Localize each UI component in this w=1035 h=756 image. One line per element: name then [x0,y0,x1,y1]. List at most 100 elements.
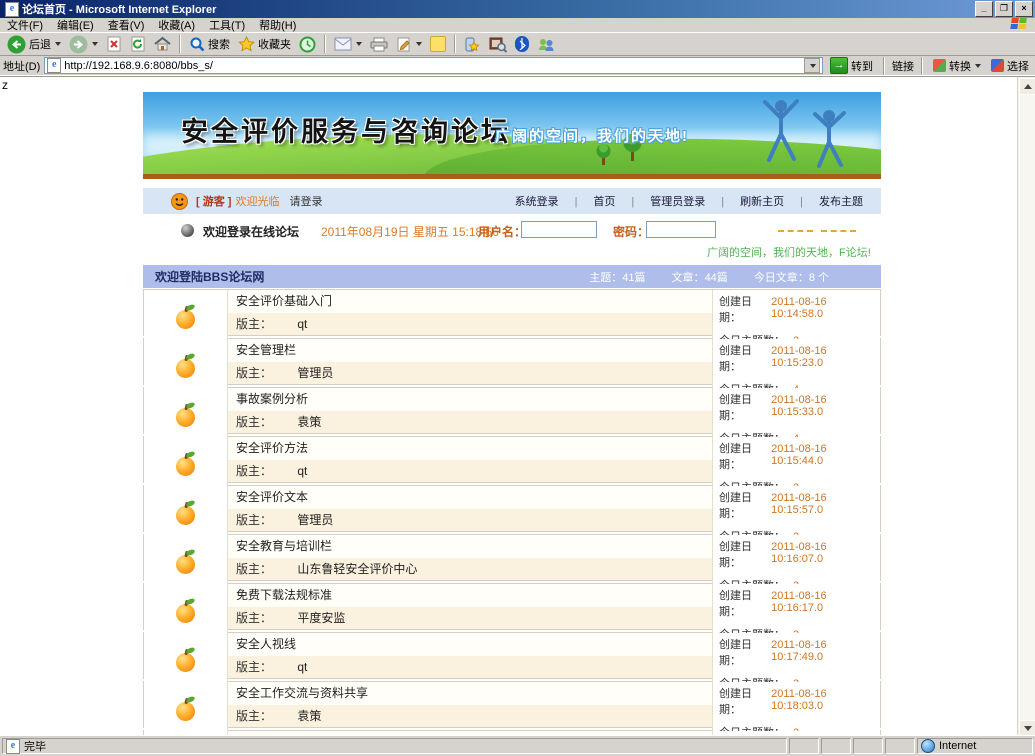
top-nav-links: 系统登录首页管理员登录刷新主页发布主题 [507,193,871,209]
mail-button[interactable] [331,36,365,52]
note-icon [430,36,446,52]
created-label: 创建日期： [719,685,771,717]
moderator-name: 山东鲁轻安全评价中心 [297,562,417,576]
title-bar: e 论坛首页 - Microsoft Internet Explorer _ ❐… [0,0,1035,18]
orange-fruit-icon [176,653,195,672]
moderator-name: 袁策 [297,709,321,723]
orange-fruit-icon [176,408,195,427]
status-message-pane: e 完毕 [2,738,787,754]
favorites-button[interactable]: 收藏夹 [235,35,294,53]
board-stat: 主题：41篇 [589,269,645,285]
forum-moderator-line: 版主： qt [228,656,712,678]
orange-fruit-icon [176,702,195,721]
refresh-button[interactable] [127,35,149,53]
convert-button[interactable]: 转换 [930,57,984,75]
history-button[interactable] [296,35,319,54]
star-icon [238,36,255,52]
forum-title-link[interactable]: 安全人视线 [228,633,712,656]
address-url: http://192.168.9.6:8080/bbs_s/ [64,60,213,72]
forum-moderator-line: 版主： 袁策 [228,411,712,433]
forum-moderator-line: 版主： 山东鲁轻安全评价中心 [228,558,712,580]
menu-bar: 文件(F)编辑(E)查看(V)收藏(A)工具(T)帮助(H) [0,18,1035,33]
created-value: 2011-08-16 10:18:03.0 [771,688,876,712]
orange-fruit-icon [176,359,195,378]
created-label: 创建日期： [719,342,771,374]
menu-item[interactable]: 编辑(E) [50,17,101,33]
stop-button[interactable] [103,35,125,53]
go-arrow-icon: → [830,57,848,74]
addon-research-button[interactable] [486,35,510,54]
select-icon [991,59,1004,72]
select-button[interactable]: 选择 [988,57,1032,75]
edit-button[interactable] [393,35,425,53]
username-input[interactable] [521,221,597,238]
forum-row: 安全工作交流与资料共享 版主： 袁策 创建日期： 2011-08-16 10:1… [143,681,881,728]
forum-title-link[interactable]: 免费下载法规标准 [228,584,712,607]
forum-list: 安全评价基础入门 版主： qt 创建日期： 2011-08-16 10:14:5… [143,289,881,738]
menu-item[interactable]: 帮助(H) [252,17,303,33]
print-button[interactable] [367,36,391,53]
forum-title-link[interactable]: 安全工作交流与资料共享 [228,682,712,705]
nav-link[interactable]: 发布主题 [792,193,871,209]
nav-link[interactable]: 刷新主页 [713,193,792,209]
created-value: 2011-08-16 10:15:33.0 [771,394,876,418]
forum-title-link[interactable]: 安全评价方法 [228,437,712,460]
stray-text: z [2,78,8,92]
history-icon [299,36,316,53]
restore-button[interactable]: ❐ [995,1,1013,17]
addon-star-button[interactable] [461,35,484,54]
refresh-icon [130,36,146,52]
minimize-button[interactable]: _ [975,1,993,17]
menu-item[interactable]: 文件(F) [0,17,50,33]
search-icon [189,36,205,52]
menu-item[interactable]: 收藏(A) [151,17,202,33]
notes-button[interactable] [427,35,449,53]
status-pane [789,738,819,754]
ie-page-icon: e [47,58,61,73]
nav-link[interactable]: 系统登录 [507,193,567,209]
forum-title-link[interactable]: 安全评价文本 [228,486,712,509]
scrollbar-thumb[interactable] [1019,94,1035,721]
moderator-name: 管理员 [297,513,333,527]
created-label: 创建日期： [719,538,771,570]
home-button[interactable] [151,35,174,53]
nav-link[interactable]: 首页 [567,193,624,209]
forum-title-link[interactable]: 事故案例分析 [228,388,712,411]
forum-title-link[interactable]: 安全管理栏 [228,339,712,362]
messenger-button[interactable] [534,35,558,53]
links-label[interactable]: 链接 [892,58,914,74]
bluetooth-icon [515,36,529,52]
forum-banner: 安全评价服务与咨询论坛 广阔的空间，我们的天地! [143,92,881,174]
created-label: 创建日期： [719,587,771,619]
go-button[interactable]: → 转到 [827,57,876,74]
scroll-up-button[interactable] [1019,78,1035,95]
smiley-icon [171,193,188,210]
page-content: 安全评价服务与咨询论坛 广阔的空间，我们的天地! [ 游客 ] 欢迎光临 请登录… [143,77,881,738]
login-prompt-link[interactable]: 请登录 [289,193,322,209]
orange-fruit-icon [176,604,195,623]
tagline-text: 广阔的空间，我们的天地，F论坛! [707,244,871,260]
edit-icon [396,36,412,52]
back-button[interactable]: 后退 [4,34,64,55]
forum-row: 安全评价文本 版主： 管理员 创建日期： 2011-08-16 10:15:57… [143,485,881,532]
menu-item[interactable]: 工具(T) [202,17,252,33]
vertical-scrollbar[interactable] [1017,77,1035,738]
close-button[interactable]: × [1015,1,1033,17]
device-star-icon [464,36,481,53]
address-dropdown[interactable] [804,58,820,73]
moderator-label: 版主： [236,415,272,429]
password-input[interactable] [646,221,716,238]
nav-link[interactable]: 管理员登录 [623,193,713,209]
menu-item[interactable]: 查看(V) [101,17,152,33]
forward-button[interactable] [66,34,101,55]
forum-title-link[interactable]: 安全教育与培训栏 [228,535,712,558]
browser-toolbar: 后退 搜索 收藏夹 [0,33,1035,56]
address-input[interactable]: e http://192.168.9.6:8080/bbs_s/ [44,57,823,74]
search-button[interactable]: 搜索 [186,35,233,53]
created-value: 2011-08-16 10:15:44.0 [771,443,876,467]
bluetooth-button[interactable] [512,35,532,53]
forum-title-link[interactable]: 安全评价基础入门 [228,290,712,313]
back-icon [7,35,26,54]
welcome-login-text: 欢迎登录在线论坛 [203,223,299,240]
datetime-text: 2011年08月19日 星期五 15:18:56 [321,223,499,240]
